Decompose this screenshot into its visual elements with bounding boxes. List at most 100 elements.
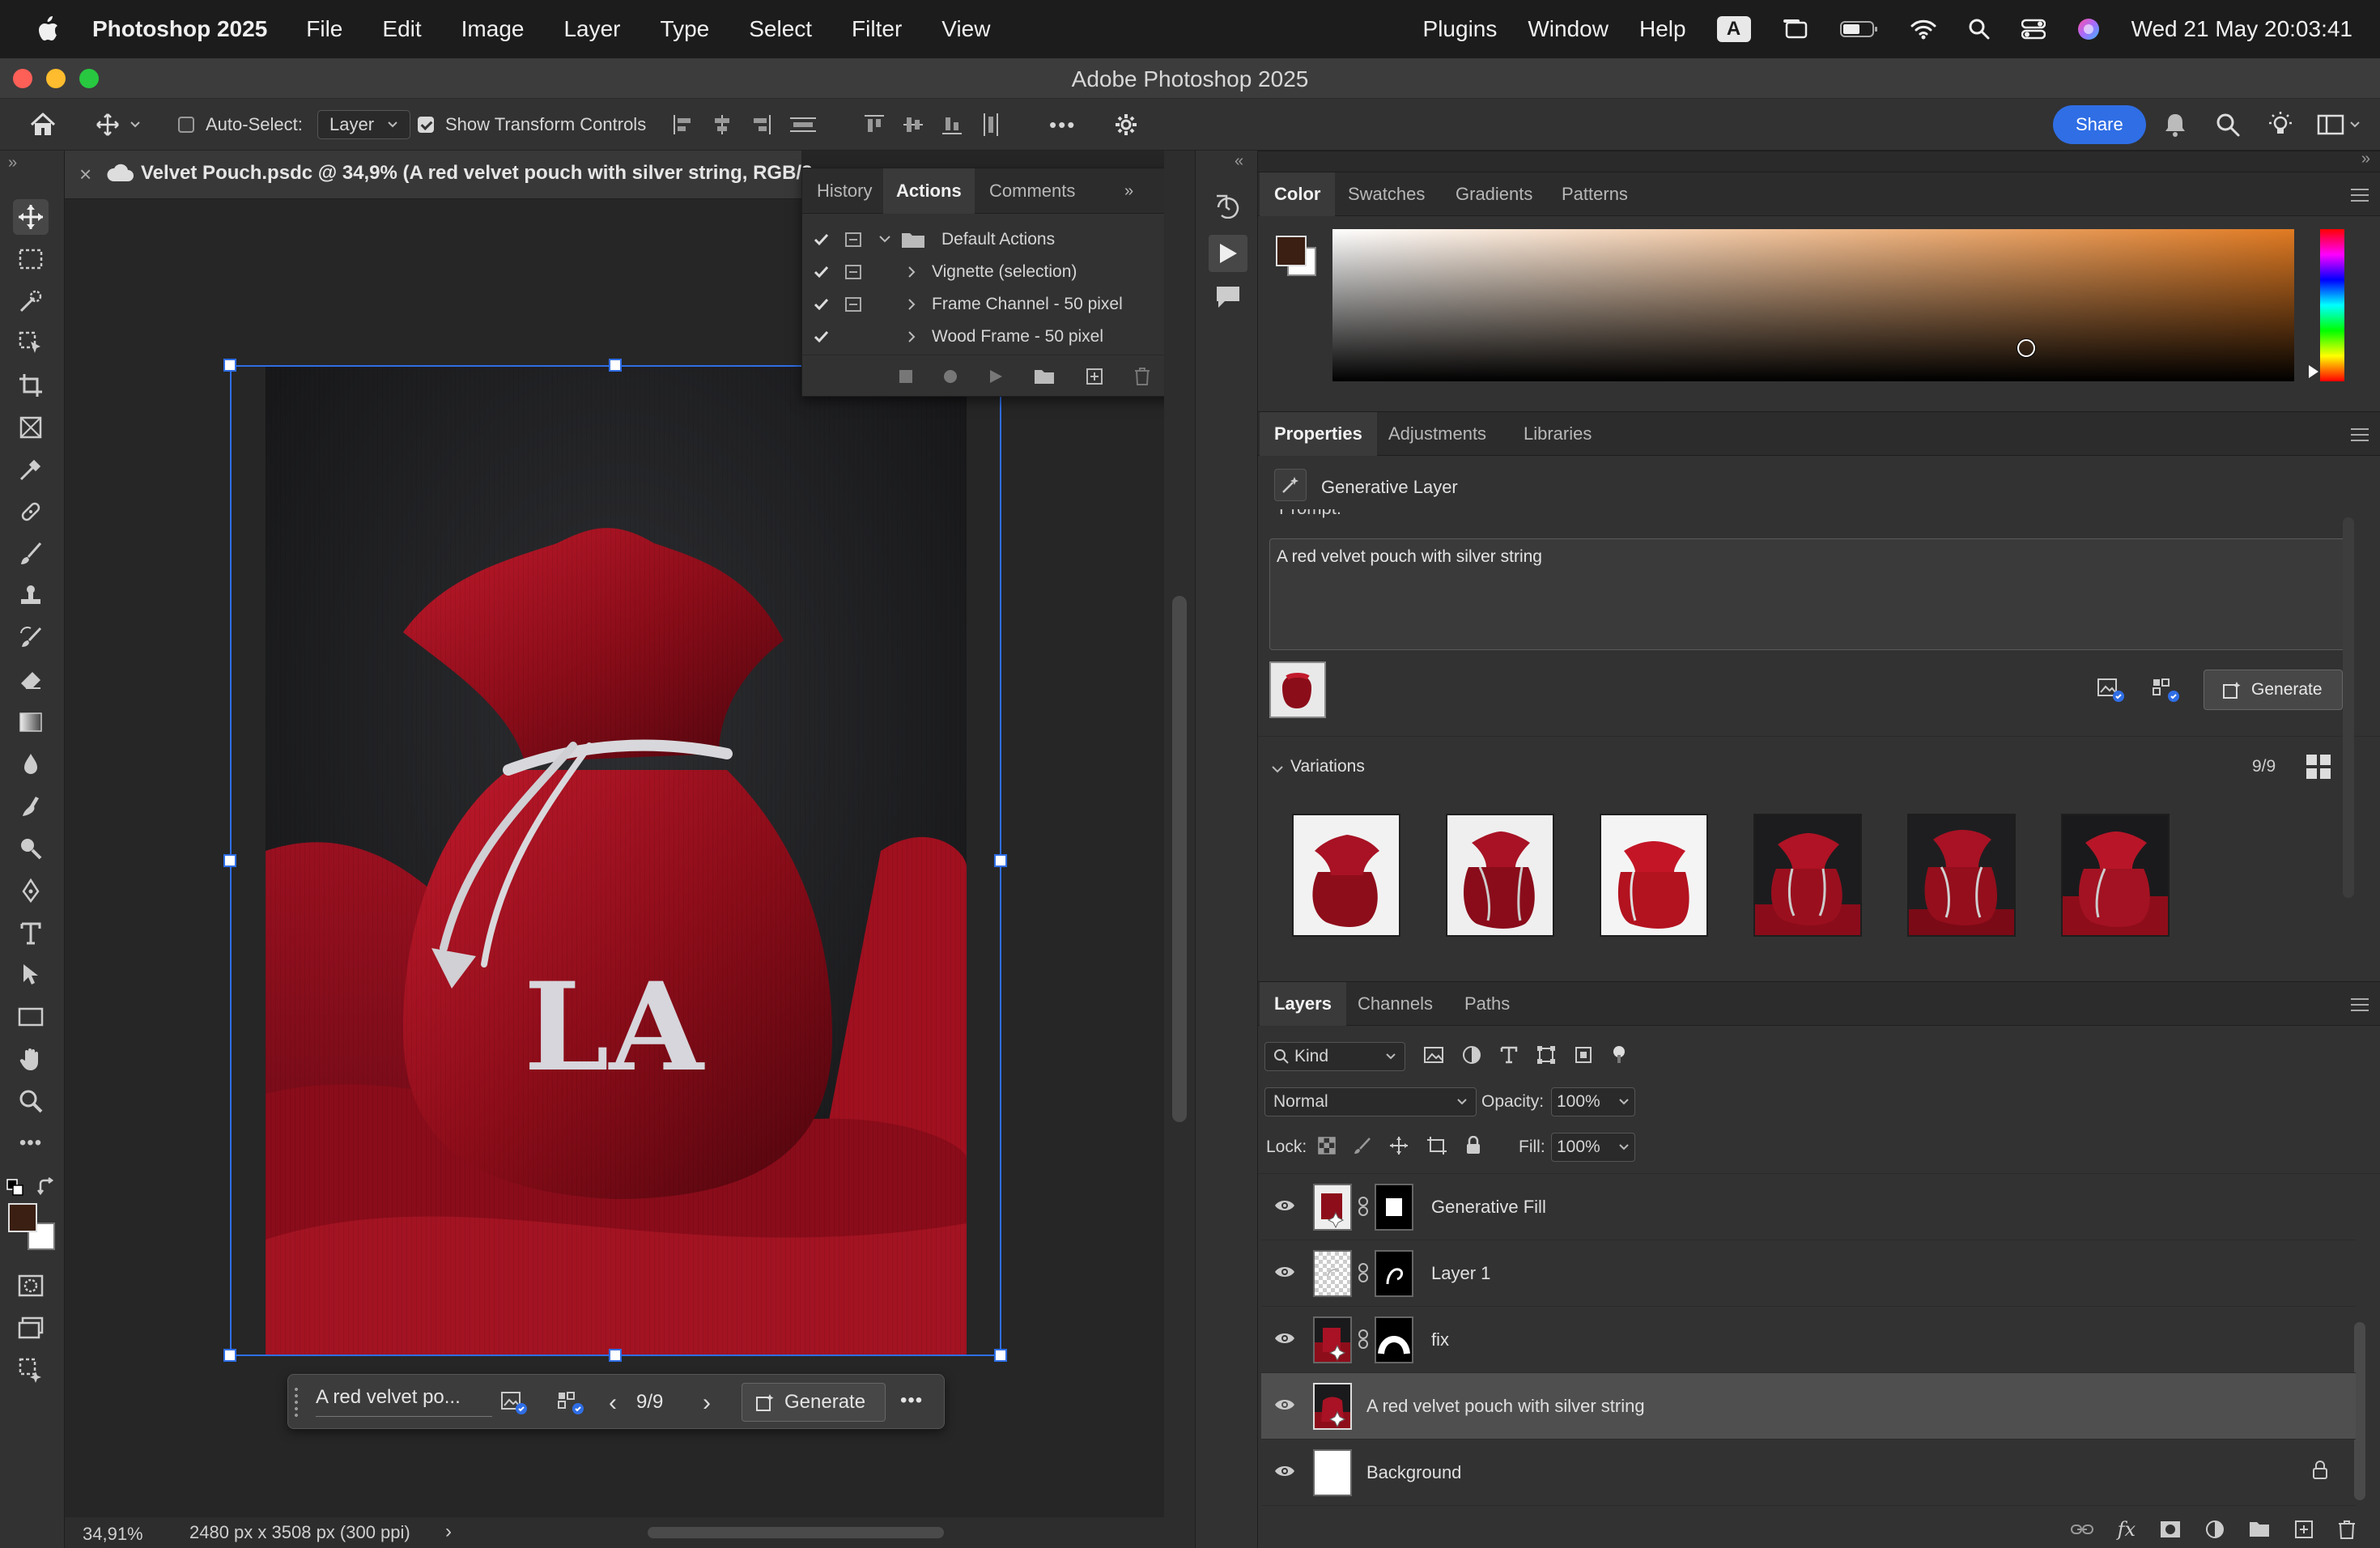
variation-thumbnail-2[interactable]: [1446, 814, 1554, 937]
generative-fill-tool-icon[interactable]: [13, 1352, 49, 1388]
blend-mode-dropdown[interactable]: Normal: [1264, 1087, 1477, 1116]
apple-icon[interactable]: [36, 15, 68, 43]
mask-link-chain-icon[interactable]: [1358, 1197, 1368, 1216]
close-document-icon[interactable]: ×: [79, 162, 91, 187]
foreground-color-swatch[interactable]: [1276, 236, 1307, 266]
collapse-dock-icon[interactable]: »: [2361, 150, 2370, 168]
horizontal-scrollbar[interactable]: [648, 1527, 944, 1538]
tab-adjustments[interactable]: Adjustments: [1388, 412, 1486, 456]
input-source-badge[interactable]: A: [1716, 16, 1751, 42]
object-selection-icon[interactable]: [13, 325, 49, 361]
adjustment-layer-icon[interactable]: [2205, 1520, 2225, 1539]
more-options-button[interactable]: •••: [1049, 99, 1076, 151]
reference-image-thumbnail[interactable]: [1269, 661, 1326, 718]
tab-swatches[interactable]: Swatches: [1348, 172, 1425, 216]
filter-toggle-icon[interactable]: [1611, 1045, 1627, 1065]
chevron-right-icon[interactable]: [907, 330, 917, 343]
zoom-level[interactable]: 34,91%: [83, 1524, 143, 1545]
smudge-tool-icon[interactable]: [13, 789, 49, 824]
menu-file[interactable]: File: [306, 16, 342, 42]
new-layer-icon[interactable]: [2294, 1520, 2314, 1539]
clock[interactable]: Wed 21 May 20:03:41: [2131, 16, 2352, 42]
menu-type[interactable]: Type: [661, 16, 710, 42]
move-tool-icon[interactable]: [13, 199, 49, 235]
link-layers-icon[interactable]: [2070, 1523, 2093, 1536]
status-menu-arrow[interactable]: ›: [445, 1520, 452, 1543]
align-center-icon[interactable]: [711, 113, 733, 136]
more-options-button[interactable]: •••: [900, 1389, 923, 1412]
tab-color[interactable]: Color: [1260, 172, 1336, 216]
foreground-color-swatch[interactable]: [8, 1203, 37, 1232]
panel-menu-icon[interactable]: [2351, 189, 2369, 202]
align-top-icon[interactable]: [863, 113, 886, 136]
share-button[interactable]: Share: [2053, 105, 2146, 144]
hue-slider[interactable]: [2320, 229, 2344, 381]
siri-icon[interactable]: [2076, 17, 2101, 41]
action-row[interactable]: Frame Channel - 50 pixel: [802, 288, 1167, 321]
filter-shape-icon[interactable]: [1536, 1045, 1556, 1065]
tab-libraries[interactable]: Libraries: [1524, 412, 1592, 456]
visibility-eye-icon[interactable]: [1274, 1464, 1295, 1478]
history-icon[interactable]: [1213, 191, 1241, 219]
record-icon[interactable]: [943, 369, 958, 384]
new-set-folder-icon[interactable]: [1034, 368, 1055, 385]
drag-handle[interactable]: [293, 1386, 300, 1418]
expand-panel-icon[interactable]: »: [1124, 168, 1133, 214]
wifi-icon[interactable]: [1910, 19, 1937, 40]
filter-smart-object-icon[interactable]: [1574, 1045, 1593, 1065]
layer-name[interactable]: fix: [1431, 1329, 1449, 1350]
healing-brush-tool-icon[interactable]: [13, 494, 49, 529]
vertical-scrollbar[interactable]: [1172, 596, 1187, 1122]
transform-handle-left[interactable]: [223, 854, 236, 867]
layer-name[interactable]: Generative Fill: [1431, 1197, 1546, 1218]
reference-image-icon[interactable]: [2097, 676, 2126, 704]
search-icon[interactable]: [2215, 99, 2241, 151]
gradient-tool-icon[interactable]: [13, 704, 49, 740]
filter-pixel-icon[interactable]: [1423, 1045, 1444, 1065]
actions-play-icon[interactable]: [1209, 235, 1247, 272]
align-left-icon[interactable]: [672, 113, 695, 136]
document-tab[interactable]: × Velvet Pouch.psdc @ 34,9% (A red velve…: [65, 151, 812, 199]
hand-tool-icon[interactable]: [13, 1041, 49, 1077]
layer-row-generative-fill[interactable]: Generative Fill: [1261, 1174, 2356, 1240]
visibility-eye-icon[interactable]: [1274, 1265, 1295, 1279]
chevron-down-icon[interactable]: [878, 235, 891, 245]
lock-all-icon[interactable]: [1465, 1136, 1481, 1155]
menu-filter[interactable]: Filter: [852, 16, 902, 42]
filter-kind-dropdown[interactable]: Kind: [1264, 1042, 1405, 1071]
chevron-right-icon[interactable]: [907, 266, 917, 279]
comments-icon[interactable]: [1215, 285, 1241, 309]
action-row[interactable]: Wood Frame - 50 pixel: [802, 321, 1167, 353]
frame-tool-icon[interactable]: [13, 410, 49, 445]
edit-toolbar-more-icon[interactable]: •••: [13, 1125, 49, 1161]
app-menu[interactable]: Photoshop 2025: [92, 16, 267, 42]
transform-handle-right[interactable]: [994, 854, 1007, 867]
control-center-icon[interactable]: [2021, 19, 2046, 40]
panel-menu-icon[interactable]: [2351, 428, 2369, 441]
dialog-toggle-icon[interactable]: [844, 232, 862, 248]
auto-select-dropdown[interactable]: Layer: [317, 110, 411, 139]
opacity-input[interactable]: 100%: [1551, 1087, 1635, 1116]
generate-button[interactable]: Generate: [742, 1383, 886, 1422]
transform-handle-bottom-right[interactable]: [994, 1349, 1007, 1362]
auto-select-checkbox[interactable]: [178, 117, 194, 133]
quick-mask-icon[interactable]: [13, 1268, 49, 1303]
layers-scrollbar[interactable]: [2354, 1322, 2365, 1500]
new-group-folder-icon[interactable]: [2249, 1520, 2270, 1538]
visibility-eye-icon[interactable]: [1274, 1198, 1295, 1213]
stage-manager-icon[interactable]: [1782, 18, 1809, 40]
lock-position-icon[interactable]: [1389, 1136, 1409, 1155]
path-selection-tool-icon[interactable]: [13, 957, 49, 993]
tab-layers[interactable]: Layers: [1260, 982, 1346, 1026]
menu-layer[interactable]: Layer: [563, 16, 620, 42]
align-middle-icon[interactable]: [902, 113, 924, 136]
object-selection-tool-icon[interactable]: [13, 283, 49, 319]
tab-patterns[interactable]: Patterns: [1562, 172, 1628, 216]
history-brush-tool-icon[interactable]: [13, 620, 49, 656]
eyedropper-tool-icon[interactable]: [13, 452, 49, 487]
distribute-vertical-icon[interactable]: [980, 112, 1002, 138]
discover-lightbulb-icon[interactable]: [2267, 99, 2294, 151]
document-dimensions[interactable]: 2480 px x 3508 px (300 ppi): [189, 1522, 410, 1543]
menu-window[interactable]: Window: [1528, 16, 1609, 42]
trash-icon[interactable]: [1134, 367, 1150, 385]
